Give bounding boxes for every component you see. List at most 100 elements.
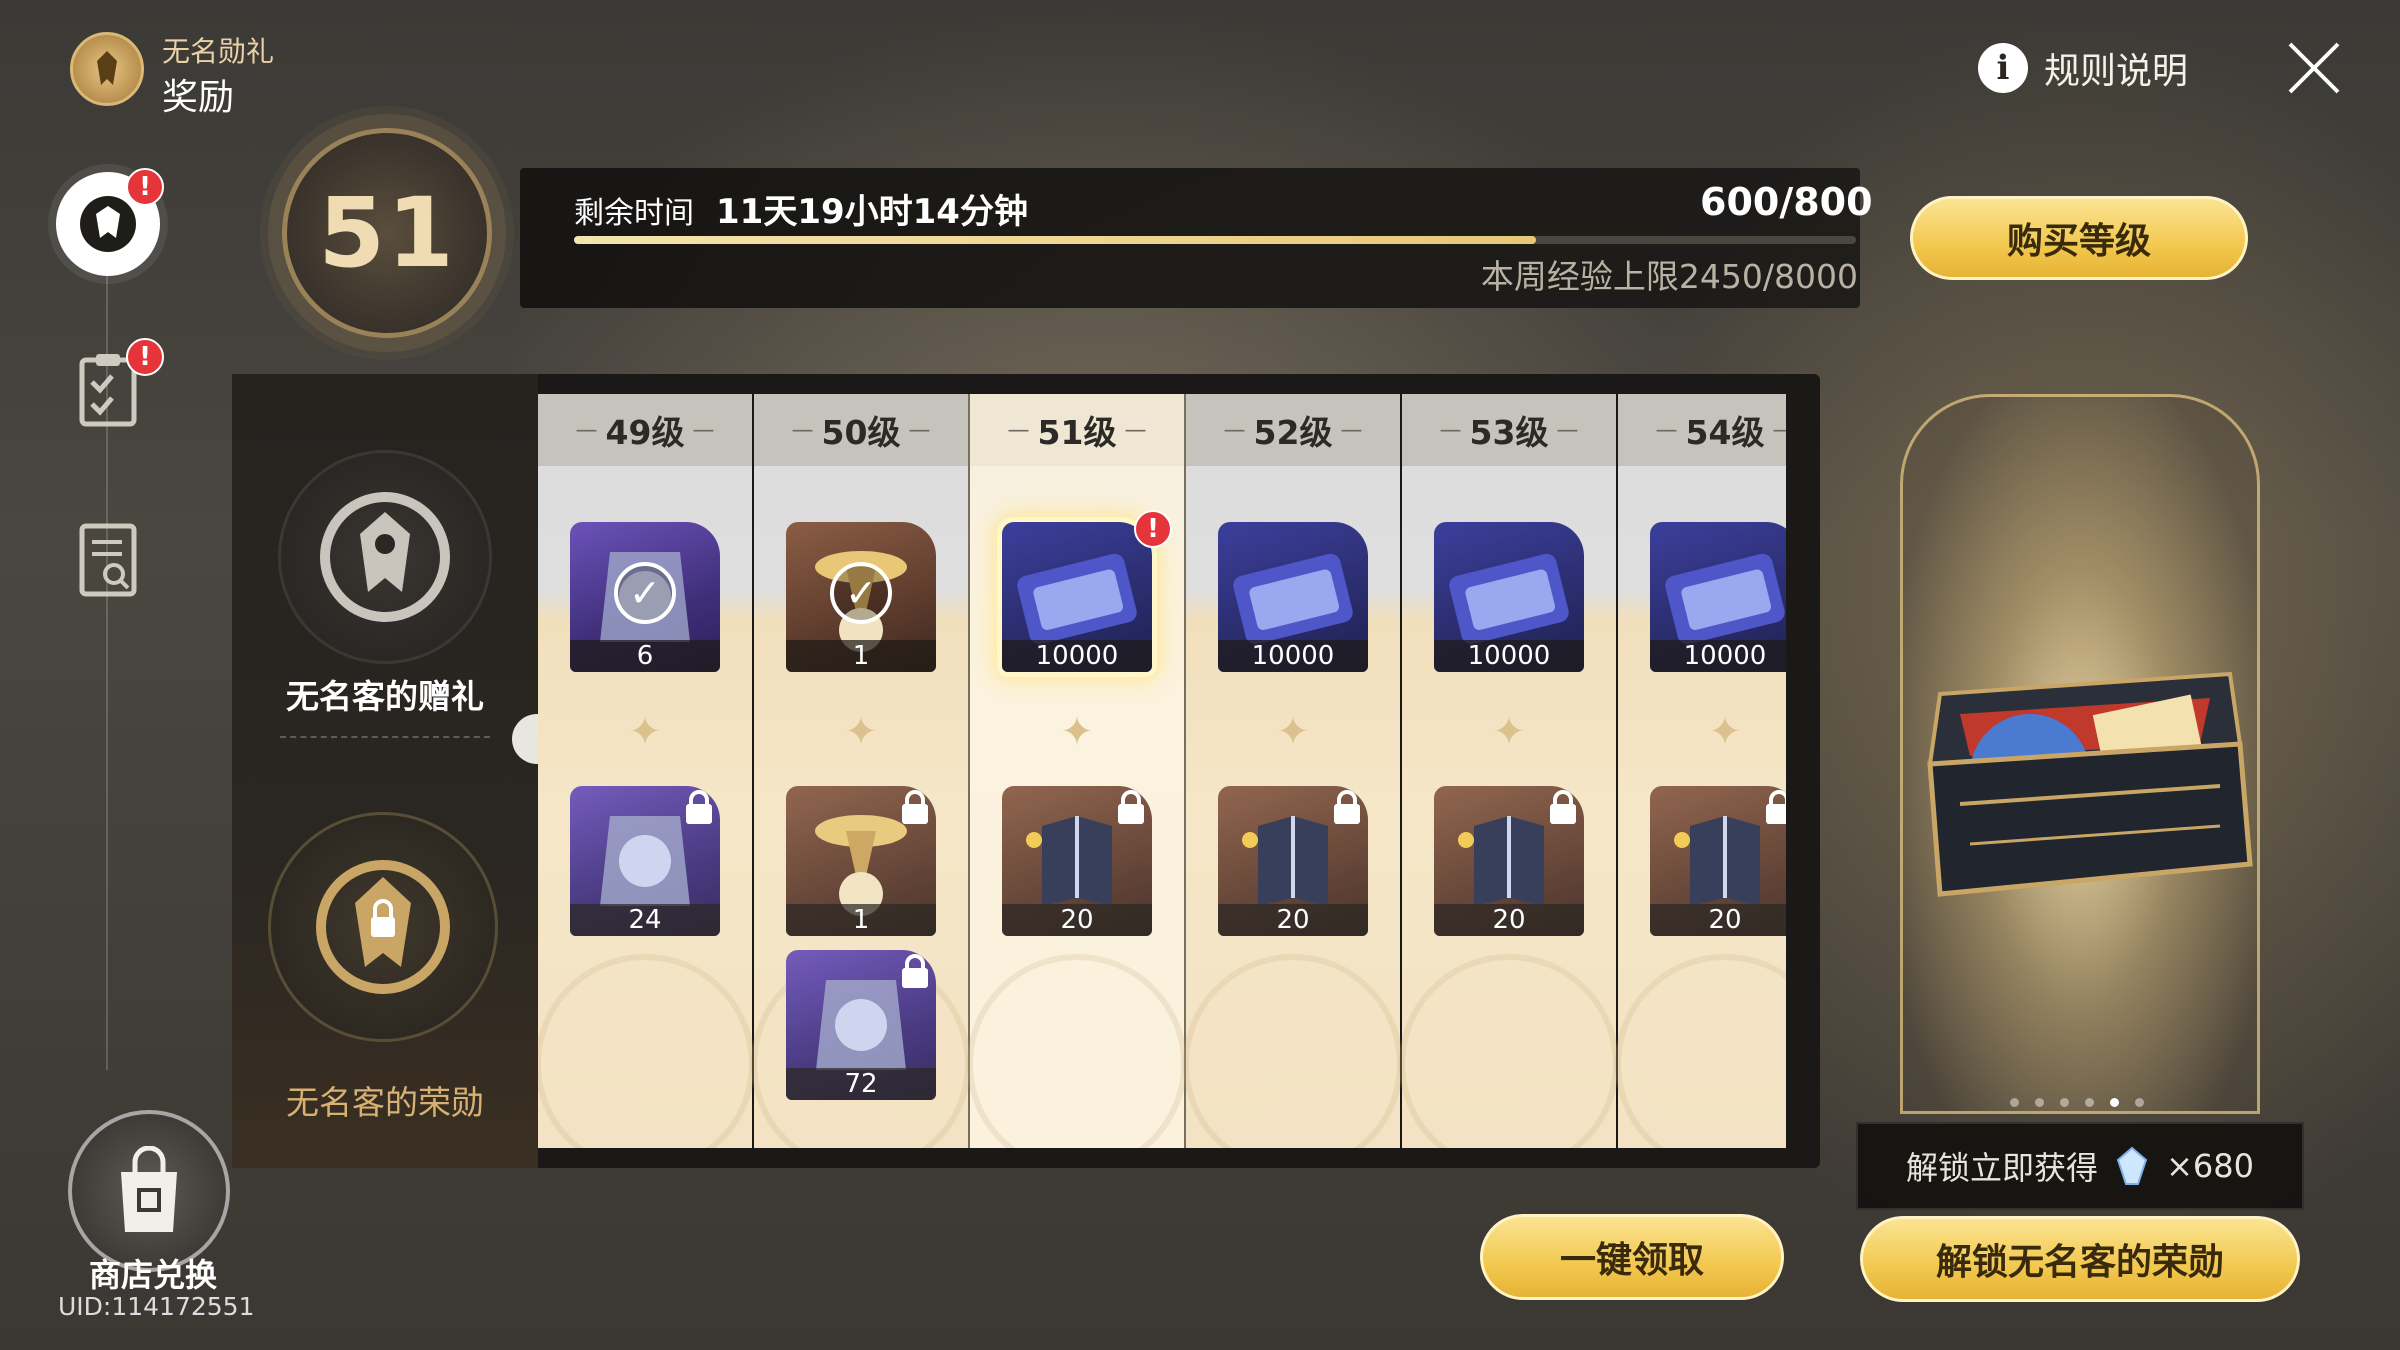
buy-level-button[interactable]: 购买等级 [1910,196,2248,280]
reward-item-icon [1650,786,1786,936]
pagination-dot[interactable] [2010,1098,2019,1107]
tier-divider-star-icon: ✦ [844,709,878,755]
weekly-exp-cap: 本周经验上限2450/8000 [1480,257,1858,296]
free-reward-tile[interactable]: 10000 [1002,522,1152,672]
reward-item-icon [1434,786,1584,936]
close-icon[interactable] [2284,38,2344,98]
exp-progress-fill [574,236,1536,244]
paid-reward-tile[interactable]: 1 [786,786,936,936]
paid-reward-tile[interactable]: 20 [1002,786,1152,936]
reward-count: 10000 [1002,640,1152,672]
reward-count: 24 [570,904,720,936]
paid-reward-tile[interactable]: 20 [1650,786,1786,936]
paid-reward-tile[interactable]: 20 [1218,786,1368,936]
header-dash: — [692,417,715,443]
rules-button[interactable]: i 规则说明 [1978,42,2188,94]
level-column: —49级 — ✦ 6 ✓ 24 [538,394,755,1148]
page-title: 奖励 [162,77,235,118]
reward-item-icon [570,786,720,936]
watermark-emblem [1615,954,1786,1148]
page-subtitle: 无名勋礼 [162,35,275,68]
remaining-time-value: 11天19小时14分钟 [716,192,1028,232]
reward-count: 20 [1434,904,1584,936]
lock-icon [1762,790,1786,826]
reward-count: 72 [786,1068,936,1100]
rewards-tab-badge: ! [126,168,164,206]
tier-divider-star-icon: ✦ [628,709,662,755]
free-reward-tile[interactable]: 6 ✓ [570,522,720,672]
nameless-gift-emblem-icon [320,492,450,622]
header-dash: — [1772,418,1786,443]
unlock-honor-button[interactable]: 解锁无名客的荣勋 [1860,1216,2300,1302]
level-label: 54级 [1685,413,1765,452]
unlock-info-amount: ×680 [2166,1147,2254,1185]
pagination-dot[interactable] [2110,1098,2119,1107]
header-dash: — [1007,417,1030,443]
lock-icon [898,790,932,826]
free-reward-tile[interactable]: 10000 [1434,522,1584,672]
reward-count: 6 [570,640,720,672]
level-column: — 54级 — ✦ 10000 20 [1615,394,1786,1148]
lock-icon [1330,790,1364,826]
paid-reward-tile[interactable]: 20 [1434,786,1584,936]
level-label: 53级 [1469,413,1549,452]
header-dash: — [1655,417,1678,443]
user-uid: UID:114172551 [58,1292,255,1321]
claimed-check-icon: ✓ [830,562,892,624]
lock-icon [898,954,932,990]
header-dash: — [1124,417,1147,443]
info-icon: i [1978,43,2028,93]
paid-reward-tile[interactable]: 72 [786,950,936,1100]
nameless-honor-emblem-icon [316,860,450,994]
level-label: 52级 [1253,413,1333,452]
tier-divider-star-icon: ✦ [1276,709,1310,755]
treasure-chest-icon [1927,671,2253,897]
reward-count: 10000 [1650,640,1786,672]
document-search-icon [79,523,137,597]
tier-divider-star-icon: ✦ [1060,709,1094,755]
claimable-badge: ! [1134,510,1172,548]
shop-exchange-button[interactable] [68,1110,230,1272]
reward-count: 10000 [1218,640,1368,672]
rules-label: 规则说明 [2044,51,2189,92]
stellar-jade-icon [2116,1146,2148,1185]
reward-count: 10000 [1434,640,1584,672]
reward-count: 20 [1218,904,1368,936]
shopping-bag-icon [121,1146,177,1232]
nameless-honor-logo [70,32,144,106]
pagination-dot[interactable] [2135,1098,2144,1107]
watermark-emblem [538,954,755,1148]
free-reward-tile[interactable]: 10000 [1218,522,1368,672]
paid-tier-emblem [268,812,498,1042]
lock-icon [1114,790,1148,826]
paid-reward-tile[interactable]: 24 [570,786,720,936]
level-label: 50级 [821,413,901,452]
preview-pagination[interactable] [2010,1098,2144,1107]
tier-divider-star-icon: ✦ [1708,709,1742,755]
tier-divider-star-icon: ✦ [1492,709,1526,755]
reward-item-icon [786,950,936,1100]
watermark-emblem [1183,954,1403,1148]
lock-icon [1546,790,1580,826]
current-level-badge: 51 [282,128,492,338]
level-column: — 51级 — ✦ 10000! 20 [967,394,1187,1148]
reward-item-icon [1002,786,1152,936]
missions-tab-badge: ! [126,338,164,376]
claim-all-button[interactable]: 一键领取 [1480,1214,1784,1300]
free-reward-tile[interactable]: 10000 [1650,522,1786,672]
pagination-dot[interactable] [2060,1098,2069,1107]
free-reward-tile[interactable]: 1 ✓ [786,522,936,672]
records-tab[interactable] [68,520,148,600]
level-columns[interactable]: —49级 — ✦ 6 ✓ 24—50级 — ✦ 1 ✓ 1 72—51级 — ✦ 10000! 20—52级 —… [538,394,1786,1148]
pagination-dot[interactable] [2035,1098,2044,1107]
level-column-header: — 51级 — [970,394,1184,466]
level-exp-text: 600/800 [1700,180,1873,224]
header-dash: — [1223,417,1246,443]
level-column-header: — 53级 — [1402,394,1616,466]
header-dash: — [1439,417,1462,443]
watermark-emblem [1399,954,1619,1148]
level-column-header: — 54级 — [1618,394,1786,466]
pagination-dot[interactable] [2085,1098,2094,1107]
level-column: —50级 — ✦ 1 ✓ 1 72 [751,394,971,1148]
header-dash: — [791,417,814,443]
